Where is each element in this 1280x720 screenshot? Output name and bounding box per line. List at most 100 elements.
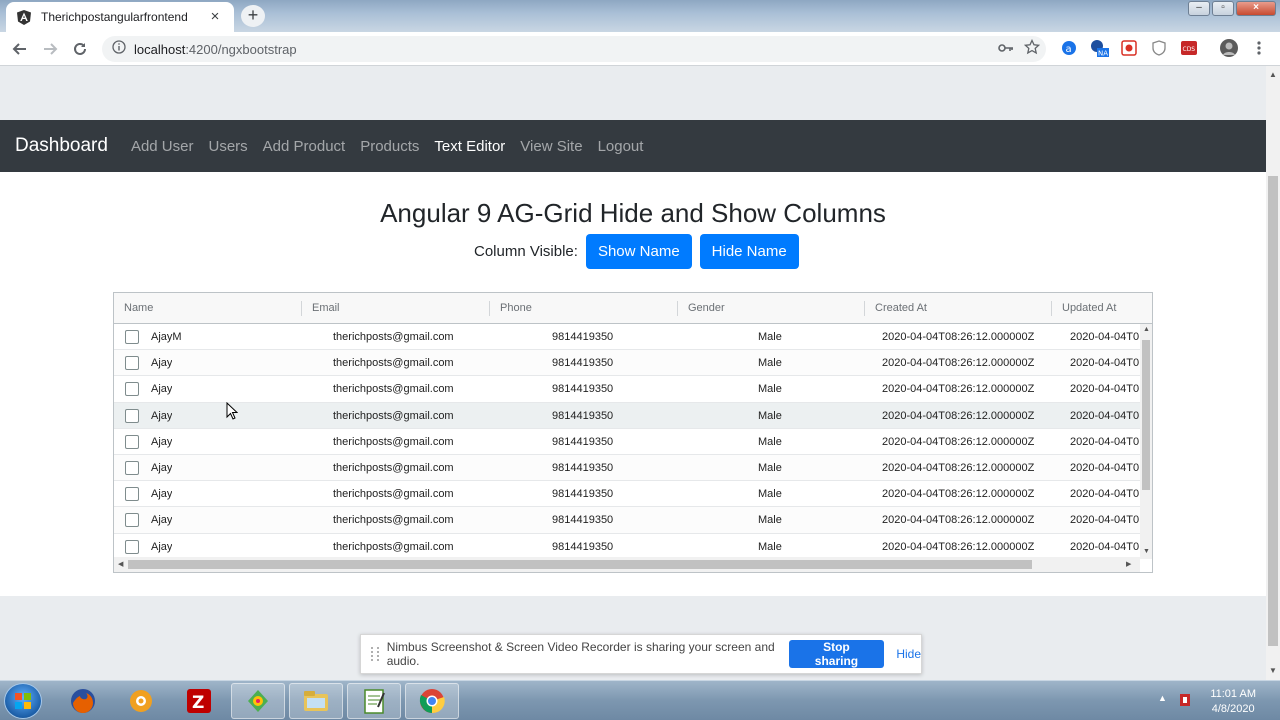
cell-gender[interactable]: Male: [758, 376, 782, 402]
chrome-icon[interactable]: [405, 683, 459, 719]
file-explorer-icon[interactable]: [289, 683, 343, 719]
cell-email[interactable]: therichposts@gmail.com: [333, 324, 454, 350]
browser-tab[interactable]: Therichpostangularfrontend ×: [6, 2, 234, 32]
nav-link-add-product[interactable]: Add Product: [263, 138, 346, 155]
cell-phone[interactable]: 9814419350: [552, 429, 613, 455]
cell-name[interactable]: Ajay: [151, 403, 172, 429]
cell-created-at[interactable]: 2020-04-04T08:26:12.000000Z: [882, 350, 1034, 376]
cell-phone[interactable]: 9814419350: [552, 376, 613, 402]
table-row[interactable]: Ajay therichposts@gmail.com 9814419350 Male…: [114, 481, 1140, 508]
row-select-checkbox[interactable]: [125, 513, 139, 528]
cell-created-at[interactable]: 2020-04-04T08:26:12.000000Z: [882, 481, 1034, 507]
cell-name[interactable]: Ajay: [151, 429, 172, 455]
minimize-button[interactable]: –: [1188, 1, 1210, 16]
show-name-button[interactable]: Show Name: [585, 234, 692, 269]
cell-phone[interactable]: 9814419350: [552, 324, 613, 350]
cell-updated-at[interactable]: 2020-04-04T0: [1070, 507, 1139, 533]
cell-gender[interactable]: Male: [758, 455, 782, 481]
cell-updated-at[interactable]: 2020-04-04T0: [1070, 324, 1139, 350]
drag-handle-icon[interactable]: [371, 647, 379, 661]
hide-name-button[interactable]: Hide Name: [699, 234, 799, 269]
cell-name[interactable]: AjayM: [151, 324, 182, 350]
row-select-checkbox[interactable]: [125, 356, 139, 371]
cell-name[interactable]: Ajay: [151, 534, 172, 559]
cell-created-at[interactable]: 2020-04-04T08:26:12.000000Z: [882, 376, 1034, 402]
nav-link-products[interactable]: Products: [360, 138, 419, 155]
row-select-checkbox[interactable]: [125, 539, 139, 554]
nav-link-add-user[interactable]: Add User: [131, 138, 194, 155]
filezilla-icon[interactable]: Z: [172, 683, 226, 719]
cell-email[interactable]: therichposts@gmail.com: [333, 455, 454, 481]
column-header-gender[interactable]: Gender: [678, 293, 725, 324]
cell-created-at[interactable]: 2020-04-04T08:26:12.000000Z: [882, 534, 1034, 559]
cell-phone[interactable]: 9814419350: [552, 350, 613, 376]
table-row[interactable]: Ajay therichposts@gmail.com 9814419350 Male…: [114, 376, 1140, 403]
table-row[interactable]: Ajay therichposts@gmail.com 9814419350 Male…: [114, 428, 1140, 455]
column-header-phone[interactable]: Phone: [490, 293, 532, 324]
page-scroll-down-icon[interactable]: ▼: [1269, 666, 1277, 675]
cell-updated-at[interactable]: 2020-04-04T0: [1070, 376, 1139, 402]
info-icon[interactable]: [112, 39, 126, 59]
nav-link-users[interactable]: Users: [208, 138, 247, 155]
row-select-checkbox[interactable]: [125, 408, 139, 423]
cell-created-at[interactable]: 2020-04-04T08:26:12.000000Z: [882, 403, 1034, 429]
tab-close-icon[interactable]: ×: [206, 8, 224, 26]
cell-email[interactable]: therichposts@gmail.com: [333, 534, 454, 559]
forward-icon[interactable]: [40, 39, 60, 59]
cell-phone[interactable]: 9814419350: [552, 534, 613, 559]
record-extension-icon[interactable]: [1118, 37, 1140, 59]
bookmark-star-icon[interactable]: [1023, 38, 1041, 60]
show-hidden-icons-icon[interactable]: ▲: [1158, 693, 1167, 703]
cell-updated-at[interactable]: 2020-04-04T0: [1070, 481, 1139, 507]
cell-gender[interactable]: Male: [758, 324, 782, 350]
red-extension-icon[interactable]: CDS: [1178, 37, 1200, 59]
profile-avatar[interactable]: [1218, 37, 1240, 59]
row-select-checkbox[interactable]: [125, 330, 139, 344]
new-tab-button[interactable]: +: [241, 5, 265, 27]
translate-extension-icon[interactable]: a: [1058, 37, 1080, 59]
navbar-brand[interactable]: Dashboard: [15, 135, 108, 157]
page-vertical-scrollbar[interactable]: ▲ ▼: [1266, 66, 1280, 680]
table-row[interactable]: Ajay therichposts@gmail.com 9814419350 Male…: [114, 507, 1140, 534]
cell-name[interactable]: Ajay: [151, 376, 172, 402]
row-select-checkbox[interactable]: [125, 461, 139, 475]
system-clock[interactable]: 11:01 AM 4/8/2020: [1210, 687, 1256, 717]
cell-updated-at[interactable]: 2020-04-04T0: [1070, 455, 1139, 481]
back-icon[interactable]: [10, 39, 30, 59]
grid-vertical-scroll-thumb[interactable]: [1142, 340, 1150, 490]
cell-email[interactable]: therichposts@gmail.com: [333, 481, 454, 507]
column-header-email[interactable]: Email: [302, 293, 340, 324]
cell-name[interactable]: Ajay: [151, 455, 172, 481]
cell-created-at[interactable]: 2020-04-04T08:26:12.000000Z: [882, 324, 1034, 350]
grid-horizontal-scroll-thumb[interactable]: [128, 560, 1032, 569]
cell-email[interactable]: therichposts@gmail.com: [333, 350, 454, 376]
scroll-right-icon[interactable]: ▶: [1126, 560, 1131, 568]
cell-email[interactable]: therichposts@gmail.com: [333, 507, 454, 533]
page-scroll-thumb[interactable]: [1268, 176, 1278, 646]
cell-updated-at[interactable]: 2020-04-04T0: [1070, 534, 1139, 559]
maximize-button[interactable]: ▫: [1212, 1, 1234, 16]
cell-phone[interactable]: 9814419350: [552, 403, 613, 429]
grid-vertical-scrollbar[interactable]: ▲ ▼: [1140, 324, 1152, 559]
hide-share-bar-link[interactable]: Hide: [896, 647, 921, 661]
tray-app-icon[interactable]: [1178, 692, 1192, 708]
nav-link-view-site[interactable]: View Site: [520, 138, 582, 155]
cell-gender[interactable]: Male: [758, 350, 782, 376]
cell-name[interactable]: Ajay: [151, 350, 172, 376]
close-window-button[interactable]: ×: [1236, 1, 1276, 16]
nav-link-logout[interactable]: Logout: [598, 138, 644, 155]
cell-gender[interactable]: Male: [758, 534, 782, 559]
cell-created-at[interactable]: 2020-04-04T08:26:12.000000Z: [882, 507, 1034, 533]
notepad-icon[interactable]: [347, 683, 401, 719]
firefox-icon[interactable]: [56, 683, 110, 719]
row-select-checkbox[interactable]: [125, 382, 139, 397]
cell-gender[interactable]: Male: [758, 481, 782, 507]
table-row[interactable]: AjayM therichposts@gmail.com 9814419350 Mal…: [114, 324, 1140, 351]
stop-sharing-button[interactable]: Stop sharing: [788, 640, 885, 668]
cell-updated-at[interactable]: 2020-04-04T0: [1070, 350, 1139, 376]
cell-gender[interactable]: Male: [758, 507, 782, 533]
cell-gender[interactable]: Male: [758, 429, 782, 455]
start-button[interactable]: [4, 683, 42, 719]
paint-icon[interactable]: [231, 683, 285, 719]
cell-email[interactable]: therichposts@gmail.com: [333, 429, 454, 455]
